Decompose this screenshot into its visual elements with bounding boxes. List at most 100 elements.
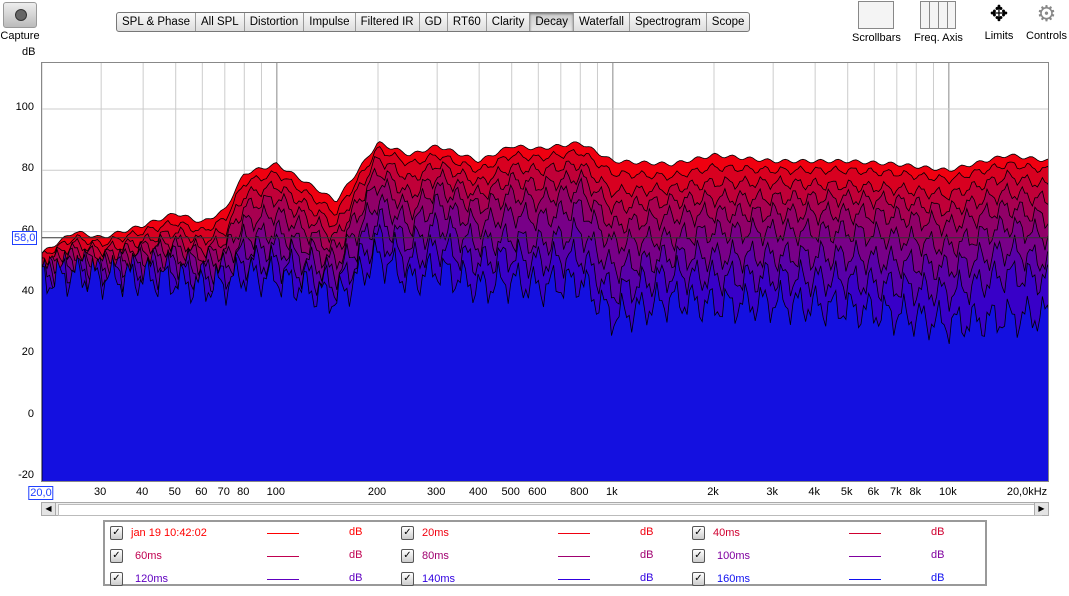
- legend-label: 140ms: [422, 573, 456, 585]
- x-tick-label: 500: [501, 486, 520, 498]
- legend-item: ✓ jan 19 10:42:02: [110, 524, 207, 542]
- x-tick-label: 7k: [889, 486, 902, 498]
- y-tick-label: 40: [21, 284, 34, 297]
- legend-label: 40ms: [713, 527, 740, 539]
- x-tick-label: 300: [426, 486, 446, 498]
- x-tick-label: 6k: [867, 486, 880, 498]
- legend-panel: ✓ jan 19 10:42:02 dB ✓ 20ms dB ✓ 40ms dB ✓ 60ms dB ✓…: [103, 520, 987, 586]
- legend-line-swatch: [558, 579, 590, 580]
- x-tick-label: 50: [168, 486, 181, 498]
- legend-checkbox[interactable]: ✓: [401, 526, 414, 540]
- legend-item: ✓ 80ms: [401, 547, 449, 565]
- tab-scope[interactable]: Scope: [707, 13, 750, 31]
- legend-checkbox[interactable]: ✓: [692, 572, 705, 586]
- legend-item: ✓ 40ms: [692, 524, 740, 542]
- scroll-left-button[interactable]: ◀: [42, 503, 56, 515]
- x-tick-label: 2k: [707, 486, 719, 498]
- legend-checkbox[interactable]: ✓: [401, 572, 414, 586]
- x-tick-label: 400: [468, 486, 488, 498]
- x-tick-label: 3k: [766, 486, 778, 498]
- legend-label: 80ms: [422, 550, 449, 562]
- y-tick-label: 100: [15, 100, 34, 113]
- legend-label: jan 19 10:42:02: [131, 527, 207, 539]
- x-tick-label: 8k: [909, 486, 922, 498]
- legend-checkbox[interactable]: ✓: [110, 549, 123, 563]
- freq-axis-icon: [920, 1, 957, 29]
- legend-item: ✓ 120ms: [110, 570, 168, 588]
- tab-all-spl[interactable]: All SPL: [196, 13, 245, 31]
- capture-button[interactable]: Capture: [0, 0, 40, 42]
- scroll-right-button[interactable]: ▶: [1034, 503, 1048, 515]
- controls-button[interactable]: ⚙ Controls: [1026, 0, 1067, 42]
- legend-label: 20ms: [422, 527, 449, 539]
- tab-rt60[interactable]: RT60: [448, 13, 487, 31]
- legend-line-swatch: [849, 533, 881, 534]
- legend-item: ✓ 20ms: [401, 524, 449, 542]
- legend-line-swatch: [267, 579, 299, 580]
- x-tick-label: 10k: [938, 486, 957, 498]
- legend-item: ✓ 160ms: [692, 570, 750, 588]
- x-tick-label: 4k: [808, 486, 820, 498]
- legend-checkbox[interactable]: ✓: [692, 526, 705, 540]
- scrollbars-button[interactable]: Scrollbars: [852, 0, 901, 44]
- legend-unit: dB: [349, 572, 363, 584]
- legend-unit: dB: [349, 549, 363, 561]
- y-tick-label: 20: [21, 346, 34, 359]
- x-tick-label: 60: [195, 486, 208, 498]
- legend-line-swatch: [558, 533, 590, 534]
- legend-line-swatch: [849, 579, 881, 580]
- tab-impulse[interactable]: Impulse: [304, 13, 356, 31]
- x-tick-label: 100: [266, 486, 286, 498]
- x-tick-label: 20,0kHz: [1006, 486, 1048, 498]
- tab-filtered-ir[interactable]: Filtered IR: [356, 13, 420, 31]
- legend-unit: dB: [640, 549, 654, 561]
- x-tick-label: 200: [367, 486, 387, 498]
- y-axis-unit: dB: [22, 46, 36, 58]
- decay-plot[interactable]: [41, 62, 1049, 482]
- y-tick-label: 0: [27, 407, 34, 420]
- legend-unit: dB: [349, 526, 363, 538]
- legend-checkbox[interactable]: ✓: [110, 572, 123, 586]
- legend-label: 100ms: [717, 550, 751, 562]
- x-tick-label: 80: [237, 486, 250, 498]
- legend-unit: dB: [931, 549, 945, 561]
- tab-waterfall[interactable]: Waterfall: [574, 13, 630, 31]
- legend-unit: dB: [931, 526, 945, 538]
- tab-spl-phase[interactable]: SPL & Phase: [117, 13, 196, 31]
- tab-distortion[interactable]: Distortion: [245, 13, 305, 31]
- legend-checkbox[interactable]: ✓: [401, 549, 414, 563]
- x-tick-label: 5k: [840, 486, 853, 498]
- y-tick-label: -20: [18, 468, 34, 481]
- tab-spectrogram[interactable]: Spectrogram: [630, 13, 707, 31]
- legend-line-swatch: [558, 556, 590, 557]
- legend-checkbox[interactable]: ✓: [692, 549, 705, 563]
- legend-checkbox[interactable]: ✓: [110, 526, 123, 540]
- legend-label: 160ms: [717, 573, 751, 585]
- legend-unit: dB: [640, 526, 654, 538]
- gear-icon: ⚙: [1036, 1, 1057, 26]
- x-tick-label: 30: [94, 486, 107, 498]
- tab-gd[interactable]: GD: [420, 13, 448, 31]
- legend-line-swatch: [849, 556, 881, 557]
- graph-tabs: SPL & Phase All SPL Distortion Impulse Filte…: [116, 12, 751, 32]
- legend-label: 60ms: [135, 550, 162, 562]
- x-tick-label: 1k: [606, 486, 618, 498]
- x-tick-label: 20,0: [28, 486, 54, 500]
- legend-item: ✓ 100ms: [692, 547, 750, 565]
- scroll-thumb[interactable]: [58, 504, 1042, 516]
- x-tick-label: 40: [136, 486, 149, 498]
- legend-unit: dB: [931, 572, 945, 584]
- x-tick-label: 70: [217, 486, 230, 498]
- y-tick-label: 80: [21, 162, 34, 175]
- limits-button[interactable]: ✥ Limits: [982, 0, 1016, 42]
- legend-line-swatch: [267, 533, 299, 534]
- tab-decay[interactable]: Decay: [530, 13, 574, 31]
- horizontal-scrollbar[interactable]: ◀ ▶: [41, 502, 1049, 516]
- legend-line-swatch: [267, 556, 299, 557]
- capture-label: Capture: [0, 30, 40, 42]
- legend-item: ✓ 60ms: [110, 547, 162, 565]
- x-tick-label: 600: [528, 486, 547, 498]
- arrows-icon: ✥: [989, 1, 1009, 26]
- freq-axis-button[interactable]: Freq. Axis: [914, 0, 963, 44]
- tab-clarity[interactable]: Clarity: [487, 13, 531, 31]
